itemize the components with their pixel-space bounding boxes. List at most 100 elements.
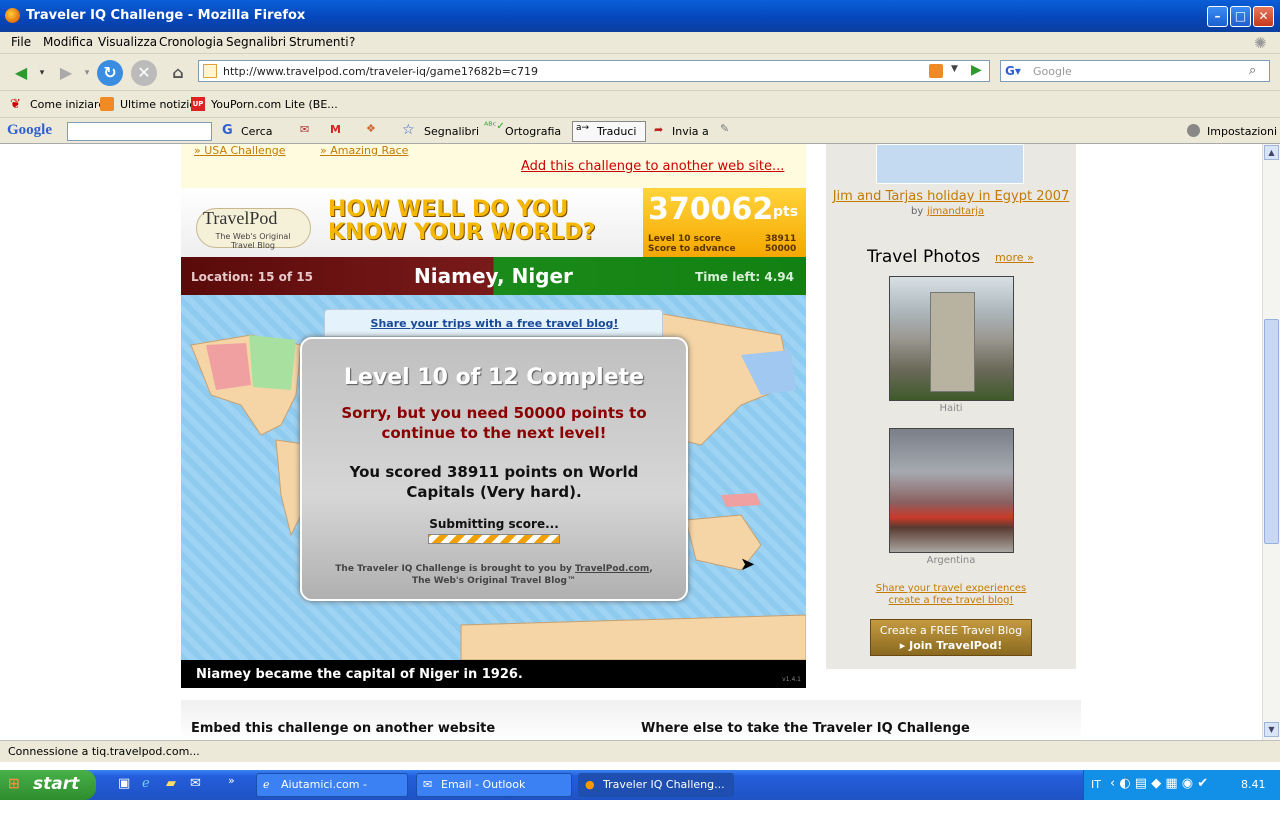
vertical-scrollbar[interactable]: ▲ ▼: [1262, 144, 1280, 740]
argentina-photo[interactable]: [889, 428, 1014, 553]
time-left: Time left: 4.94: [695, 270, 794, 284]
top-links-panel: » USA Challenge » Amazing Race Add this …: [181, 144, 806, 188]
back-icon[interactable]: ◀: [8, 60, 34, 86]
haiti-caption: Haiti: [939, 403, 963, 414]
apps-icon[interactable]: ❖: [366, 122, 376, 135]
pencil-icon[interactable]: ✎: [720, 122, 729, 135]
start-button[interactable]: ⊞ start: [0, 770, 96, 800]
home-icon[interactable]: ⌂: [165, 60, 191, 86]
rss-feed-icon[interactable]: [929, 64, 943, 78]
ortografia-button[interactable]: Ortografia: [505, 125, 561, 138]
scroll-down-icon[interactable]: ▼: [1264, 722, 1279, 737]
impostazioni-button[interactable]: Impostazioni: [1207, 125, 1277, 138]
usa-challenge-link[interactable]: » USA Challenge: [194, 144, 286, 157]
create-blog-link[interactable]: create a free travel blog!: [826, 595, 1076, 606]
scroll-up-icon[interactable]: ▲: [1264, 145, 1279, 160]
blog-title-link[interactable]: Jim and Tarjas holiday in Egypt 2007: [826, 189, 1076, 204]
close-button[interactable]: ✕: [1253, 6, 1274, 27]
search-input[interactable]: G▾ Google ⌕: [1000, 60, 1270, 82]
score-summary: You scored 38911 points on World Capital…: [349, 463, 639, 501]
spellcheck-icon: ᴬᴮᶜ✓: [484, 121, 505, 132]
window-titlebar[interactable]: Traveler IQ Challenge - Mozilla Firefox …: [0, 0, 1280, 32]
url-dropdown-icon[interactable]: ▼: [951, 64, 958, 74]
world-map[interactable]: Share your trips with a free travel blog…: [181, 295, 806, 660]
join-travelpod-label: ▸ Join TravelPod!: [899, 639, 1003, 652]
where-else-heading: Where else to take the Traveler IQ Chall…: [641, 721, 970, 736]
blog-map-thumbnail[interactable]: [876, 144, 1024, 184]
menu-cronologia[interactable]: Cronologia: [159, 35, 223, 49]
submit-progress-bar: [428, 534, 560, 544]
stop-icon[interactable]: ✕: [131, 60, 157, 86]
show-desktop-icon[interactable]: ▣: [118, 776, 130, 791]
menu-file[interactable]: File: [11, 35, 31, 49]
url-bar[interactable]: http://www.travelpod.com/traveler-iq/gam…: [198, 60, 990, 82]
bookmark-youporn[interactable]: YouPorn.com Lite (BE...: [211, 98, 338, 111]
search-placeholder: Google: [1033, 65, 1072, 78]
more-photos-link[interactable]: more »: [995, 251, 1034, 264]
bookmarks-toolbar: ❦ Come iniziare Ultime notizie UP YouPor…: [0, 90, 1280, 117]
credit-text: The Traveler IQ Challenge is brought to …: [335, 564, 653, 586]
fact-bar: Niamey became the capital of Niger in 19…: [181, 660, 806, 688]
ie-icon[interactable]: ℯ: [142, 776, 150, 791]
city-fact: Niamey became the capital of Niger in 19…: [196, 667, 523, 682]
reload-icon[interactable]: ↻: [97, 60, 123, 86]
google-engine-icon[interactable]: G▾: [1005, 64, 1021, 78]
go-icon[interactable]: ▶: [971, 62, 982, 78]
traduci-label: Traduci: [597, 125, 637, 138]
send-icon: ➦: [654, 123, 664, 136]
forward-icon[interactable]: ▶: [53, 60, 79, 86]
bottom-section: Embed this challenge on another website …: [181, 700, 1081, 740]
scroll-thumb[interactable]: [1264, 319, 1279, 544]
favicon-icon: [203, 64, 217, 78]
score-panel: 370062 pts Level 10 score 38911 Score to…: [643, 188, 806, 257]
embed-heading: Embed this challenge on another website: [191, 721, 496, 736]
segnalibri-button[interactable]: Segnalibri: [424, 125, 479, 138]
forward-dropdown-icon[interactable]: ▾: [81, 60, 93, 86]
game-title-logo: HOW WELL DO YOU KNOW YOUR WORLD?: [328, 197, 596, 245]
folder-icon[interactable]: ▰: [166, 776, 176, 791]
haiti-photo[interactable]: [889, 276, 1014, 401]
invia-button[interactable]: Invia a: [672, 125, 709, 138]
start-label: start: [33, 774, 80, 794]
language-indicator[interactable]: IT: [1091, 778, 1101, 791]
menu-visualizza[interactable]: Visualizza: [98, 35, 157, 49]
throbber-icon: ✺: [1254, 34, 1267, 52]
star-icon[interactable]: ☆: [402, 122, 415, 138]
outlook-icon[interactable]: ✉: [190, 776, 201, 791]
menu-help[interactable]: ?: [349, 35, 355, 49]
menu-segnalibri[interactable]: Segnalibri: [226, 35, 286, 49]
author-link[interactable]: jimandtarja: [927, 206, 984, 217]
taskbar-item-traveler[interactable]: ● Traveler IQ Challeng...: [578, 773, 734, 797]
bookmark-ultime-notizie[interactable]: Ultime notizie: [120, 98, 196, 111]
bookmark-come-iniziare[interactable]: Come iniziare: [30, 98, 105, 111]
menu-strumenti[interactable]: Strumenti: [289, 35, 349, 49]
windows-logo-icon: ⊞: [8, 776, 20, 792]
menu-bar: File Modifica Visualizza Cronologia Segn…: [0, 32, 1280, 54]
not-enough-points-message: Sorry, but you need 50000 points to cont…: [341, 404, 647, 442]
taskbar-item-email[interactable]: ✉ Email - Outlook Express: [416, 773, 572, 813]
share-experiences-link[interactable]: Share your travel experiences: [826, 583, 1076, 594]
url-text: http://www.travelpod.com/traveler-iq/gam…: [223, 65, 538, 78]
taskbar-item-aiutamici[interactable]: ℯ Aiutamici.com - Wind...: [256, 773, 408, 813]
window-title: Traveler IQ Challenge - Mozilla Firefox: [26, 8, 306, 23]
menu-modifica[interactable]: Modifica: [43, 35, 93, 49]
bookmark-ribbon-icon[interactable]: ✉: [300, 123, 309, 136]
back-dropdown-icon[interactable]: ▾: [36, 60, 48, 86]
clock: 8.41: [1241, 778, 1266, 791]
create-blog-button[interactable]: Create a FREE Travel Blog ▸ Join TravelP…: [870, 619, 1032, 656]
quicklaunch-more-icon[interactable]: »: [228, 774, 235, 787]
maximize-button[interactable]: □: [1230, 6, 1251, 27]
advance-label: Score to advance: [648, 244, 736, 254]
tray-icons[interactable]: ‹ ◐ ▤ ◆ ▦ ◉ ✔: [1110, 776, 1208, 791]
search-icon[interactable]: ⌕: [1249, 63, 1256, 78]
google-search-input[interactable]: [67, 122, 212, 141]
amazing-race-link[interactable]: » Amazing Race: [320, 144, 408, 157]
cerca-button[interactable]: Cerca: [241, 125, 273, 138]
by-label: by: [911, 206, 924, 217]
share-trips-link[interactable]: Share your trips with a free travel blog…: [325, 317, 664, 330]
score-unit: pts: [773, 204, 799, 220]
travelpod-credit-link[interactable]: TravelPod.com: [575, 564, 649, 574]
gmail-icon[interactable]: M: [330, 123, 341, 136]
add-challenge-link[interactable]: Add this challenge to another web site..…: [521, 159, 784, 174]
minimize-button[interactable]: –: [1207, 6, 1228, 27]
